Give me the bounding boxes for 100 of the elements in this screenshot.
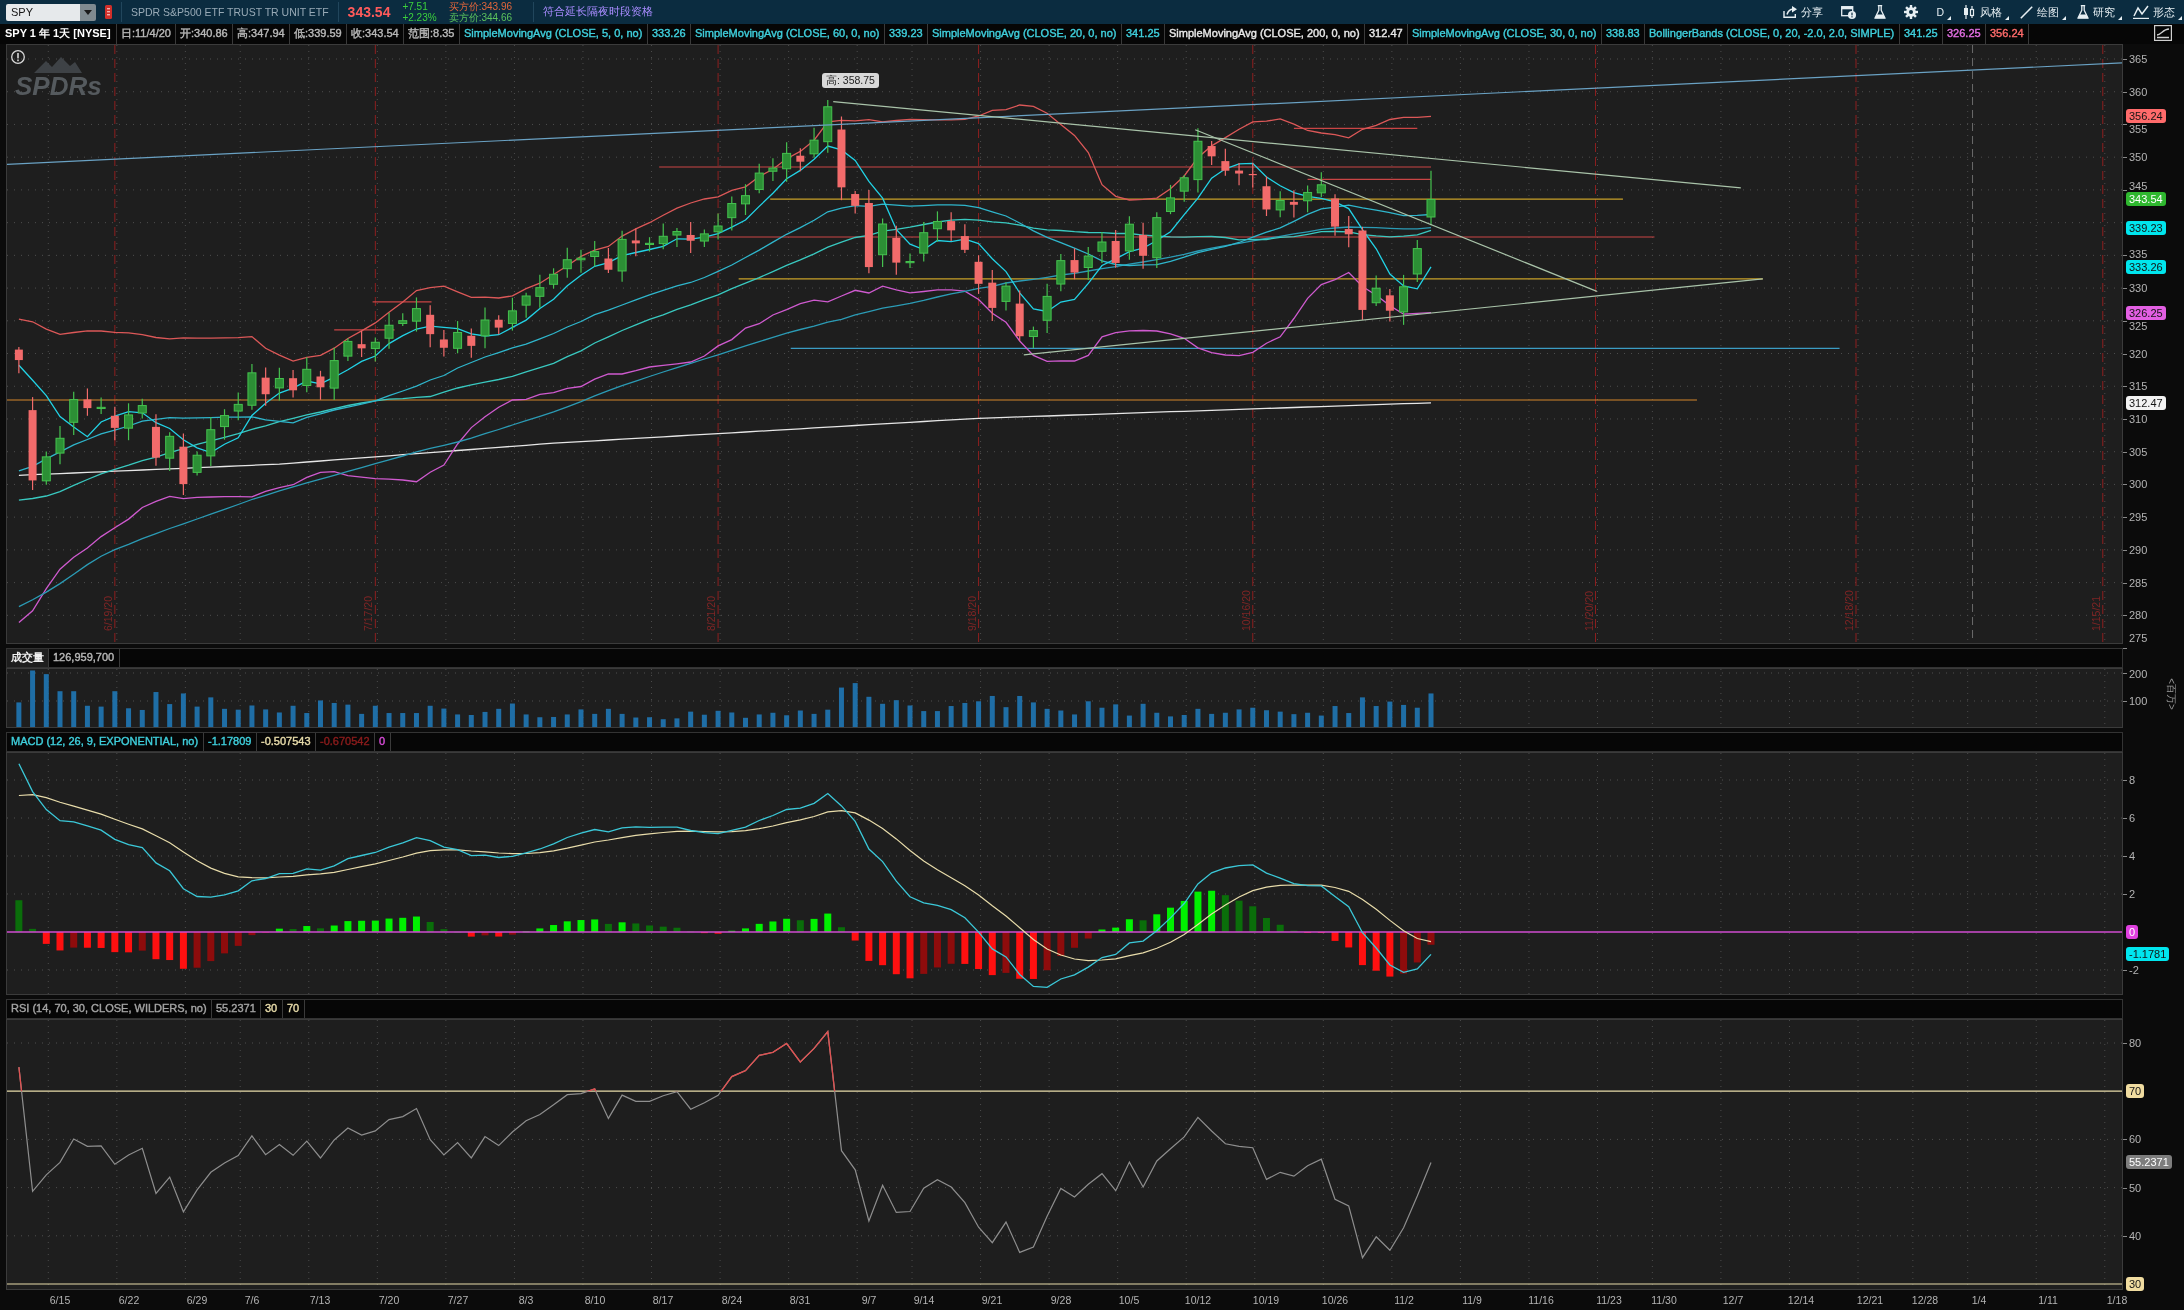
axis-label: 350 (2129, 151, 2148, 163)
study-label: RSI (14, 70, 30, CLOSE, WILDERS, no) (10, 1001, 208, 1017)
date-label: 11/30 (1651, 1294, 1677, 1307)
axis-label: 50 (2129, 1182, 2142, 1194)
window-alert-icon (1841, 5, 1857, 19)
symbol-description: SPDR S&P500 ETF TRUST TR UNIT ETF (131, 5, 329, 19)
date-label: 11/2 (1394, 1294, 1414, 1307)
drawing-button[interactable]: 绘图 (2011, 1, 2068, 23)
study-label: BollingerBands (CLOSE, 0, 20, -2.0, 2.0, SIMPLE) (1648, 26, 1896, 42)
price-level-line (333, 329, 396, 331)
patterns-button[interactable]: 形态 (2124, 1, 2184, 23)
symbol-field[interactable]: SPY (6, 3, 80, 21)
ask-price: 卖方价:344.66 (448, 12, 512, 23)
date-label: 1/18 (2106, 1294, 2128, 1307)
axis-label: 305 (2129, 446, 2148, 458)
axis-marker: 333.26 (2126, 260, 2166, 274)
study-value: 338.83 (1605, 26, 1641, 42)
axis-label: 80 (2129, 1037, 2142, 1049)
extended-hours-notice: 符合延长隔夜时段资格 (543, 5, 653, 19)
axis-label: 345 (2129, 180, 2148, 192)
study-value: 339.23 (888, 26, 924, 42)
study-value: 356.24 (1989, 26, 2025, 42)
date-label: 1/4 (1971, 1294, 1987, 1307)
axis-label: 355 (2129, 123, 2148, 135)
axis-label: -2 (2129, 964, 2139, 976)
pane-title: 成交量 (7, 649, 48, 667)
date-label: 6/15 (49, 1294, 71, 1307)
axis-label: 275 (2129, 632, 2148, 644)
period-button[interactable]: D (1927, 1, 1953, 23)
date-label: 12/28 (1911, 1294, 1939, 1307)
date-label: 9/14 (913, 1294, 935, 1307)
zigzag-chart-icon (2133, 5, 2149, 19)
study-value: -0.507543 (260, 734, 312, 750)
expiration-date-label: 11/20/20 (1582, 590, 1595, 631)
axis-label: 40 (2129, 1230, 2142, 1242)
axis-label: 365 (2129, 53, 2148, 65)
date-label: 10/19 (1252, 1294, 1280, 1307)
legend-field: 高:347.94 (233, 24, 289, 44)
axis-label: 280 (2129, 609, 2148, 621)
axis-label: 8 (2129, 774, 2136, 786)
diagonal-line-icon (2020, 5, 2033, 19)
date-label: 7/13 (309, 1294, 331, 1307)
study-label: SimpleMovingAvg (CLOSE, 30, 0, no) (1411, 26, 1598, 42)
study-label: MACD (12, 26, 9, EXPONENTIAL, no) (10, 734, 200, 750)
date-label: 8/24 (721, 1294, 743, 1307)
study-value: 341.25 (1125, 26, 1161, 42)
candlestick-icon (1962, 5, 1976, 19)
date-label: 8/17 (652, 1294, 674, 1307)
axis-label: 325 (2129, 320, 2148, 332)
axis-label: 100 (2129, 695, 2148, 707)
date-label: 8/10 (584, 1294, 606, 1307)
axis-label: 330 (2129, 282, 2148, 294)
date-label: 6/22 (118, 1294, 140, 1307)
chart-title: SPY 1 年 1天 [NYSE] (4, 26, 112, 42)
study-value: -0.670542 (319, 734, 371, 750)
alert-icon (11, 50, 25, 64)
date-label: 7/20 (378, 1294, 400, 1307)
date-label: 11/23 (1596, 1294, 1622, 1307)
flask-icon (2077, 5, 2089, 19)
caret-icon (84, 9, 92, 15)
axis-marker: 339.23 (2126, 221, 2166, 235)
bid-price: 买方价:343.96 (448, 1, 512, 12)
axis-marker: 0 (2126, 925, 2139, 939)
axis-label: 300 (2129, 478, 2148, 490)
axis-marker: 326.25 (2126, 306, 2166, 320)
axis-label: 4 (2129, 850, 2136, 862)
date-label: 9/28 (1050, 1294, 1072, 1307)
style-button[interactable]: 风格 (1953, 1, 2011, 23)
date-label: 7/6 (244, 1294, 260, 1307)
date-label: 10/26 (1321, 1294, 1349, 1307)
price-level-line (372, 301, 433, 303)
curve-chart-icon[interactable] (2154, 25, 2172, 41)
study-value: 326.25 (1946, 26, 1982, 42)
expiration-date-label: 10/16/20 (1239, 590, 1252, 631)
date-label: 10/5 (1118, 1294, 1140, 1307)
dropdown-button[interactable] (80, 3, 96, 21)
legend-field: 低:339.59 (290, 24, 346, 44)
date-label: 7/27 (447, 1294, 469, 1307)
date-label: 9/21 (981, 1294, 1003, 1307)
axis-label: 2 (2129, 888, 2136, 900)
axis-label: 320 (2129, 348, 2148, 360)
axis-marker: 30 (2126, 1277, 2145, 1291)
studies-button[interactable]: 研究 (2068, 1, 2124, 23)
date-label: 6/29 (186, 1294, 208, 1307)
last-price: 343.54 (347, 3, 391, 21)
study-value: 55.2371 (215, 1001, 257, 1017)
date-label: 8/31 (789, 1294, 811, 1307)
study-value: 341.25 (1903, 26, 1939, 42)
date-label: 8/3 (518, 1294, 534, 1307)
axis-label: 285 (2129, 577, 2148, 589)
axis-label: 310 (2129, 413, 2148, 425)
expiration-date-label: 12/18/20 (1843, 590, 1855, 631)
flask-icon (1874, 5, 1887, 19)
study-value: -1.17809 (207, 734, 253, 750)
share-button[interactable]: 分享 (1774, 1, 1833, 23)
date-label: 12/21 (1856, 1294, 1884, 1307)
high-price-label: 高: 358.75 (822, 73, 879, 88)
percent-change: +2.23% (402, 12, 437, 23)
expiration-date-label: 8/21/20 (705, 595, 718, 631)
unit-label: <百万> (2165, 677, 2177, 712)
